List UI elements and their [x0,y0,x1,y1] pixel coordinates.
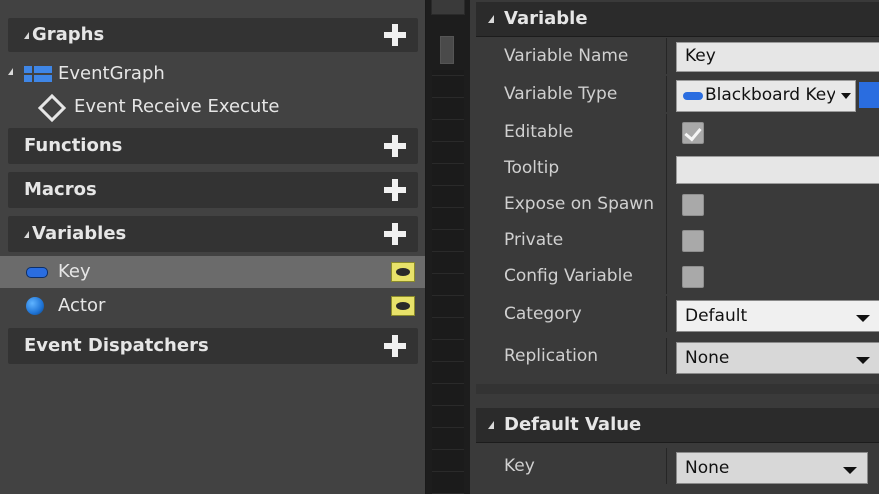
variable-type-dropdown[interactable]: Blackboard Key [676,80,856,112]
my-blueprint-panel: Graphs EventGraph Event Receive Execute … [0,0,426,494]
collapse-triangle-icon[interactable] [488,15,494,23]
default-value-category-header[interactable]: Default Value [476,408,879,443]
category-value: Default [685,306,748,326]
property-expose-on-spawn: Expose on Spawn [476,186,879,222]
variable-category-header[interactable]: Variable [476,2,879,37]
property-label: Private [504,230,564,250]
property-category: Category Default [476,296,879,332]
functions-title: Functions [24,135,123,156]
graphs-section-header[interactable]: Graphs [8,18,418,52]
functions-section-header[interactable]: Functions [8,128,418,164]
replication-value: None [685,348,730,368]
variable-name-input[interactable]: Key [676,42,879,72]
property-label: Tooltip [504,158,560,178]
replication-dropdown[interactable]: None [676,342,879,374]
property-label: Expose on Spawn [504,194,654,214]
blueprint-editor: Graphs EventGraph Event Receive Execute … [0,0,879,494]
property-label: Category [504,304,582,324]
property-tooltip: Tooltip [476,150,879,186]
event-node-icon [37,93,67,123]
variables-title: Variables [24,223,126,244]
property-label: Config Variable [504,266,633,286]
section-spacer [476,384,879,394]
variable-label: Key [58,261,91,282]
editable-checkbox[interactable] [682,122,704,144]
graphs-title: Graphs [24,24,104,45]
property-variable-name: Variable Name Key [476,38,879,74]
graph-canvas-edge [432,70,464,494]
add-graph-plus-icon[interactable] [384,24,406,46]
property-private: Private [476,222,879,258]
property-replication: Replication None [476,338,879,374]
variable-category-title: Variable [504,8,588,29]
default-key-dropdown[interactable]: None [676,452,868,484]
config-variable-checkbox[interactable] [682,266,704,288]
details-panel: Variable Variable Name Key Variable Type… [470,0,879,494]
column-divider [666,258,667,294]
column-divider [666,296,667,332]
add-macro-plus-icon[interactable] [384,179,406,201]
variables-section-header[interactable]: Variables [8,216,418,252]
private-checkbox[interactable] [682,230,704,252]
variable-label: Actor [58,295,106,316]
variable-type-value: Blackboard Key [705,85,835,105]
property-label: Variable Name [504,46,629,66]
add-dispatcher-plus-icon[interactable] [384,335,406,357]
eye-icon[interactable] [391,296,415,316]
graph-item-eventgraph[interactable]: EventGraph [0,58,425,90]
default-value-category-title: Default Value [504,414,642,435]
add-variable-plus-icon[interactable] [384,223,406,245]
event-graph-icon [24,66,54,82]
graph-item-label: EventGraph [58,63,165,84]
scrollbar-thumb[interactable] [440,36,454,64]
property-config-variable: Config Variable [476,258,879,294]
macros-title: Macros [24,179,97,200]
category-combo[interactable]: Default [676,300,879,332]
chevron-down-icon [843,467,857,474]
property-editable: Editable [476,114,879,150]
eye-icon[interactable] [391,262,415,282]
column-divider [666,338,667,374]
variable-item-actor[interactable]: Actor [0,290,425,322]
column-divider [666,38,667,74]
property-label: Key [504,456,535,476]
panel-splitter[interactable] [426,0,470,494]
blackboard-key-pill-icon [683,92,703,100]
default-key-value: None [685,458,730,478]
container-type-grid-icon[interactable] [859,82,879,108]
column-divider [666,448,667,484]
property-default-key: Key None [476,448,879,484]
tooltip-input[interactable] [676,156,879,184]
blackboard-key-pill-icon [26,267,48,278]
add-function-plus-icon[interactable] [384,135,406,157]
column-divider [666,114,667,150]
expose-on-spawn-checkbox[interactable] [682,194,704,216]
event-dispatchers-title: Event Dispatchers [24,335,209,356]
property-label: Replication [504,346,599,366]
variable-name-value: Key [685,46,716,66]
splitter-tab[interactable] [431,0,465,15]
macros-section-header[interactable]: Macros [8,172,418,208]
column-divider [666,222,667,258]
event-dispatchers-section-header[interactable]: Event Dispatchers [8,328,418,364]
graph-item-label: Event Receive Execute [74,96,280,117]
property-label: Editable [504,122,574,142]
chevron-down-icon [841,93,851,99]
column-divider [666,76,667,112]
column-divider [666,186,667,222]
chevron-down-icon [856,315,870,322]
variable-item-key[interactable]: Key [0,256,425,288]
actor-sphere-icon [26,297,44,315]
chevron-down-icon [856,357,870,364]
collapse-triangle-icon[interactable] [488,421,494,429]
expand-triangle-icon[interactable] [8,68,13,75]
property-label: Variable Type [504,84,618,104]
graph-item-event-receive-execute[interactable]: Event Receive Execute [0,91,425,123]
property-variable-type: Variable Type Blackboard Key [476,76,879,112]
column-divider [666,150,667,186]
